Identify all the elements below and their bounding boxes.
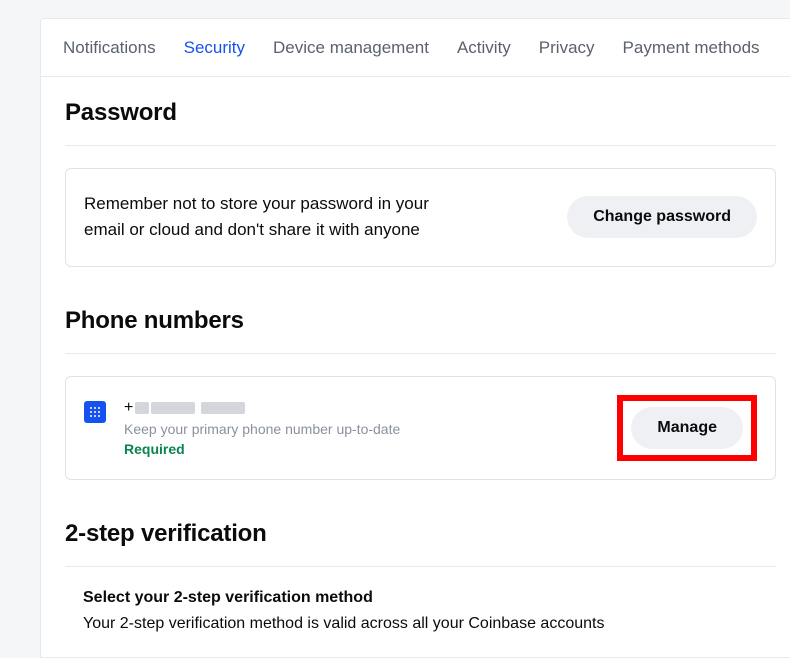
- redacted-segment: [135, 402, 149, 414]
- tab-security[interactable]: Security: [184, 38, 245, 58]
- two-step-select-heading: Select your 2-step verification method: [83, 589, 758, 607]
- divider: [65, 353, 776, 354]
- password-section-title: Password: [65, 99, 776, 127]
- tab-activity[interactable]: Activity: [457, 38, 511, 58]
- divider: [65, 145, 776, 146]
- tab-privacy[interactable]: Privacy: [539, 38, 595, 58]
- settings-tabs: Notifications Security Device management…: [41, 19, 790, 77]
- two-step-section-title: 2-step verification: [65, 520, 776, 548]
- redacted-segment: [201, 402, 245, 414]
- phone-card: + Keep your primary phone number up-to-d…: [65, 376, 776, 480]
- manage-highlight: Manage: [617, 395, 757, 461]
- phone-keypad-icon: [84, 401, 106, 423]
- password-message: Remember not to store your password in y…: [84, 191, 464, 244]
- phone-required-label: Required: [124, 441, 400, 457]
- password-card: Remember not to store your password in y…: [65, 168, 776, 267]
- tab-device-management[interactable]: Device management: [273, 38, 429, 58]
- phone-section-title: Phone numbers: [65, 307, 776, 335]
- change-password-button[interactable]: Change password: [567, 196, 757, 238]
- phone-subtext: Keep your primary phone number up-to-dat…: [124, 421, 400, 437]
- divider: [65, 566, 776, 567]
- two-step-select-sub: Your 2-step verification method is valid…: [83, 615, 758, 633]
- redacted-segment: [151, 402, 195, 414]
- phone-number: +: [124, 399, 400, 417]
- manage-phone-button[interactable]: Manage: [631, 407, 743, 449]
- tab-payment-methods[interactable]: Payment methods: [623, 38, 760, 58]
- tab-notifications[interactable]: Notifications: [63, 38, 156, 58]
